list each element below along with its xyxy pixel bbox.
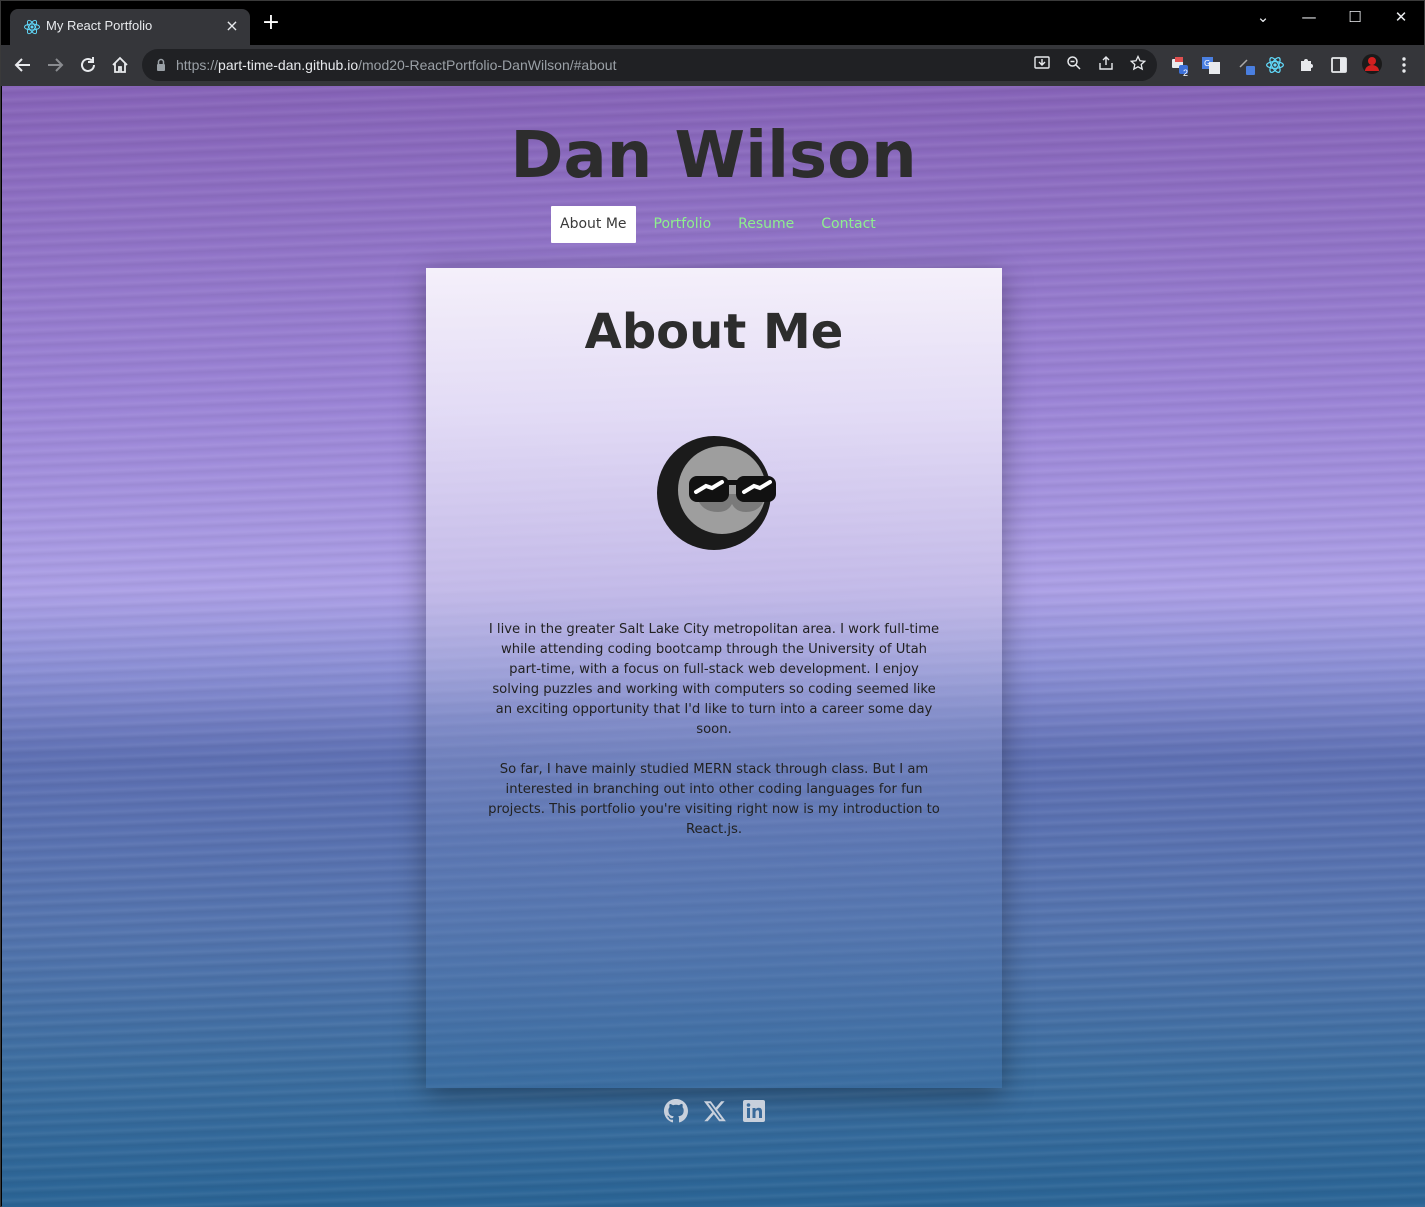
bookmark-star-icon[interactable] — [1128, 54, 1148, 75]
browser-window: My React Portfolio × + ⌄ — ☐ ✕ https://p… — [0, 0, 1425, 1207]
new-tab-button[interactable]: + — [260, 12, 282, 35]
tab-strip: My React Portfolio × + ⌄ — ☐ ✕ — [1, 1, 1424, 45]
page-viewport: Dan Wilson About Me Portfolio Resume Con… — [2, 86, 1425, 1207]
about-card: About Me I live in the greater Salt Lake… — [426, 268, 1002, 1088]
profile-avatar-icon[interactable] — [1361, 53, 1383, 75]
url-host: part-time-dan.github.io — [218, 57, 359, 73]
nav-link-about-me[interactable]: About Me — [551, 206, 636, 243]
about-bio: I live in the greater Salt Lake City met… — [488, 620, 940, 840]
tab-title: My React Portfolio — [46, 18, 153, 33]
back-button[interactable] — [11, 53, 35, 77]
address-bar[interactable]: https://part-time-dan.github.io/mod20-Re… — [142, 49, 1157, 81]
url-path: /mod20-ReactPortfolio-DanWilson/#about — [358, 57, 617, 73]
translate-extension-icon[interactable]: G — [1201, 55, 1221, 75]
color-picker-extension-icon[interactable] — [1237, 55, 1257, 75]
linkedin-icon[interactable] — [742, 1099, 766, 1123]
close-window-button[interactable]: ✕ — [1378, 5, 1424, 29]
bio-paragraph: I live in the greater Salt Lake City met… — [488, 622, 940, 737]
zoom-icon[interactable] — [1064, 55, 1084, 75]
lock-icon — [157, 58, 165, 71]
nav-link-portfolio[interactable]: Portfolio — [645, 206, 721, 243]
extension-badge: 2 — [1183, 68, 1189, 78]
side-panel-icon[interactable] — [1329, 55, 1349, 75]
reload-button[interactable] — [76, 53, 100, 77]
x-icon[interactable] — [703, 1099, 727, 1123]
svg-text:G: G — [1204, 59, 1210, 68]
url-prefix: https:// — [176, 57, 219, 73]
install-app-icon[interactable] — [1032, 55, 1052, 75]
extensions-puzzle-icon[interactable] — [1297, 55, 1317, 75]
avatar-sunglasses-image — [657, 436, 776, 550]
minimize-button[interactable]: — — [1286, 5, 1332, 29]
react-favicon-icon — [24, 19, 40, 35]
forward-arrow-icon — [48, 58, 64, 72]
home-icon — [112, 56, 128, 73]
tab-search-icon[interactable]: ⌄ — [1240, 5, 1286, 29]
about-heading: About Me — [584, 304, 844, 360]
nav-link-contact[interactable]: Contact — [812, 206, 884, 243]
site-title: Dan Wilson — [510, 119, 917, 193]
maximize-button[interactable]: ☐ — [1332, 5, 1378, 29]
react-devtools-icon[interactable] — [1265, 55, 1285, 75]
browser-tab[interactable]: My React Portfolio × — [10, 9, 250, 45]
bio-paragraph: So far, I have mainly studied MERN stack… — [488, 762, 940, 837]
github-icon[interactable] — [664, 1099, 688, 1123]
tab-close-icon[interactable]: × — [223, 17, 241, 35]
main-nav: About Me Portfolio Resume Contact — [551, 206, 894, 243]
forward-button[interactable] — [43, 53, 67, 77]
browser-toolbar: https://part-time-dan.github.io/mod20-Re… — [1, 45, 1424, 86]
reload-icon — [81, 57, 95, 72]
browser-menu-icon[interactable] — [1394, 55, 1414, 75]
nav-link-resume[interactable]: Resume — [729, 206, 803, 243]
share-icon[interactable] — [1096, 55, 1116, 75]
home-button[interactable] — [108, 53, 132, 77]
back-arrow-icon — [14, 58, 30, 72]
url-text: https://part-time-dan.github.io/mod20-Re… — [176, 57, 616, 73]
